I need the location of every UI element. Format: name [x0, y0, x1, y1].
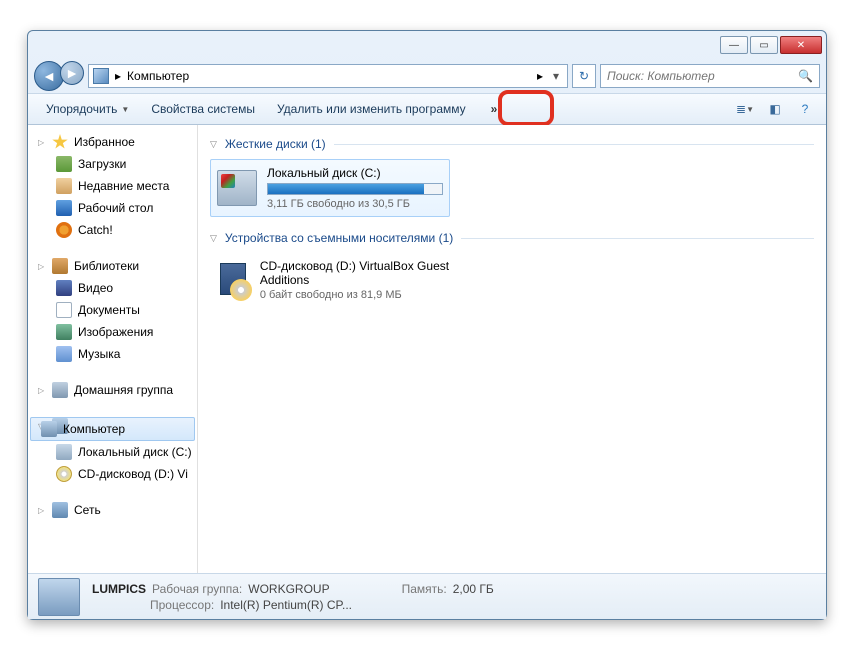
sidebar-local-disk[interactable]: Локальный диск (C:)	[28, 441, 197, 463]
sidebar-video[interactable]: Видео	[28, 277, 197, 299]
highlight-annotation	[498, 90, 554, 126]
nav-sidebar: ▷Избранное Загрузки Недавние места Рабоч…	[28, 125, 198, 573]
view-options-button[interactable]: ≣ ▼	[732, 98, 758, 120]
music-icon	[56, 346, 72, 362]
sidebar-homegroup[interactable]: ▷Домашняя группа	[28, 379, 197, 401]
addr-arrow[interactable]: ▸	[115, 69, 121, 83]
document-icon	[56, 302, 72, 318]
library-icon	[52, 258, 68, 274]
address-text[interactable]: Компьютер	[127, 69, 531, 83]
capacity-bar	[267, 183, 443, 195]
workgroup-label: Рабочая группа:	[152, 582, 242, 596]
desktop-icon	[56, 200, 72, 216]
section-removable[interactable]: ▽ Устройства со съемными носителями (1)	[210, 231, 814, 245]
cpu-value: Intel(R) Pentium(R) CP...	[220, 598, 352, 612]
computer-icon	[41, 421, 57, 437]
sidebar-cd-drive[interactable]: CD-дисковод (D:) Vi	[28, 463, 197, 485]
sidebar-favorites[interactable]: ▷Избранное	[28, 131, 197, 153]
computer-large-icon	[38, 578, 80, 616]
search-box[interactable]: 🔍	[600, 64, 820, 88]
computer-name: LUMPICS	[92, 582, 146, 596]
picture-icon	[56, 324, 72, 340]
close-button[interactable]: ✕	[780, 36, 822, 54]
network-icon	[52, 502, 68, 518]
toolbar: Упорядочить▼ Свойства системы Удалить ил…	[28, 93, 826, 125]
address-dropdown[interactable]: ▾	[549, 69, 563, 83]
sidebar-catch[interactable]: Catch!	[28, 219, 197, 241]
system-properties-button[interactable]: Свойства системы	[141, 98, 265, 120]
forward-button[interactable]: ►	[60, 61, 84, 85]
workgroup-value: WORKGROUP	[248, 582, 329, 596]
star-icon	[52, 134, 68, 150]
content-pane: ▽ Жесткие диски (1) Локальный диск (C:) …	[198, 125, 826, 573]
minimize-button[interactable]: —	[720, 36, 748, 54]
recent-icon	[56, 178, 72, 194]
sidebar-desktop[interactable]: Рабочий стол	[28, 197, 197, 219]
sidebar-libraries[interactable]: ▷Библиотеки	[28, 255, 197, 277]
titlebar: — ▭ ✕	[28, 31, 826, 59]
organize-menu[interactable]: Упорядочить▼	[36, 98, 139, 120]
toolbar-overflow-button[interactable]: »	[484, 99, 505, 119]
download-icon	[56, 156, 72, 172]
sidebar-network[interactable]: ▷Сеть	[28, 499, 197, 521]
drive-name: Локальный диск (C:)	[267, 166, 443, 180]
collapse-icon[interactable]: ▽	[210, 233, 217, 244]
refresh-button[interactable]: ↻	[572, 64, 596, 88]
memory-label: Память:	[402, 582, 447, 596]
preview-pane-button[interactable]: ◧	[762, 98, 788, 120]
catch-icon	[56, 222, 72, 238]
sidebar-recent[interactable]: Недавние места	[28, 175, 197, 197]
hdd-icon	[56, 444, 72, 460]
address-bar[interactable]: ▸ Компьютер ▸ ▾	[88, 64, 568, 88]
maximize-button[interactable]: ▭	[750, 36, 778, 54]
drive-free-text: 3,11 ГБ свободно из 30,5 ГБ	[267, 198, 443, 210]
sidebar-downloads[interactable]: Загрузки	[28, 153, 197, 175]
cpu-label: Процессор:	[150, 598, 214, 612]
hdd-icon	[217, 170, 257, 206]
cd-drive-icon	[216, 259, 250, 299]
search-input[interactable]	[607, 69, 792, 83]
computer-icon	[93, 68, 109, 84]
collapse-icon[interactable]: ▽	[210, 139, 217, 150]
memory-value: 2,00 ГБ	[453, 582, 494, 596]
cd-icon	[56, 466, 72, 482]
addr-arrow-after[interactable]: ▸	[537, 69, 543, 83]
drive-d-tile[interactable]: CD-дисковод (D:) VirtualBox Guest Additi…	[210, 253, 470, 307]
explorer-window: — ▭ ✕ ◄ ► ▸ Компьютер ▸ ▾ ↻ 🔍 Упорядочит…	[27, 30, 827, 620]
nav-bar: ◄ ► ▸ Компьютер ▸ ▾ ↻ 🔍	[28, 59, 826, 93]
details-pane: LUMPICS Рабочая группа: WORKGROUP Память…	[28, 573, 826, 619]
drive-free-text: 0 байт свободно из 81,9 МБ	[260, 289, 464, 301]
search-icon[interactable]: 🔍	[798, 69, 813, 83]
uninstall-program-button[interactable]: Удалить или изменить программу	[267, 98, 476, 120]
chevron-down-icon: ▼	[121, 105, 129, 114]
homegroup-icon	[52, 382, 68, 398]
drive-name: CD-дисковод (D:) VirtualBox Guest Additi…	[260, 259, 464, 287]
section-hdd[interactable]: ▽ Жесткие диски (1)	[210, 137, 814, 151]
drive-c-tile[interactable]: Локальный диск (C:) 3,11 ГБ свободно из …	[210, 159, 450, 217]
sidebar-documents[interactable]: Документы	[28, 299, 197, 321]
help-button[interactable]: ?	[792, 98, 818, 120]
sidebar-music[interactable]: Музыка	[28, 343, 197, 365]
sidebar-pictures[interactable]: Изображения	[28, 321, 197, 343]
video-icon	[56, 280, 72, 296]
sidebar-computer-selected[interactable]: Компьютер	[30, 417, 195, 441]
